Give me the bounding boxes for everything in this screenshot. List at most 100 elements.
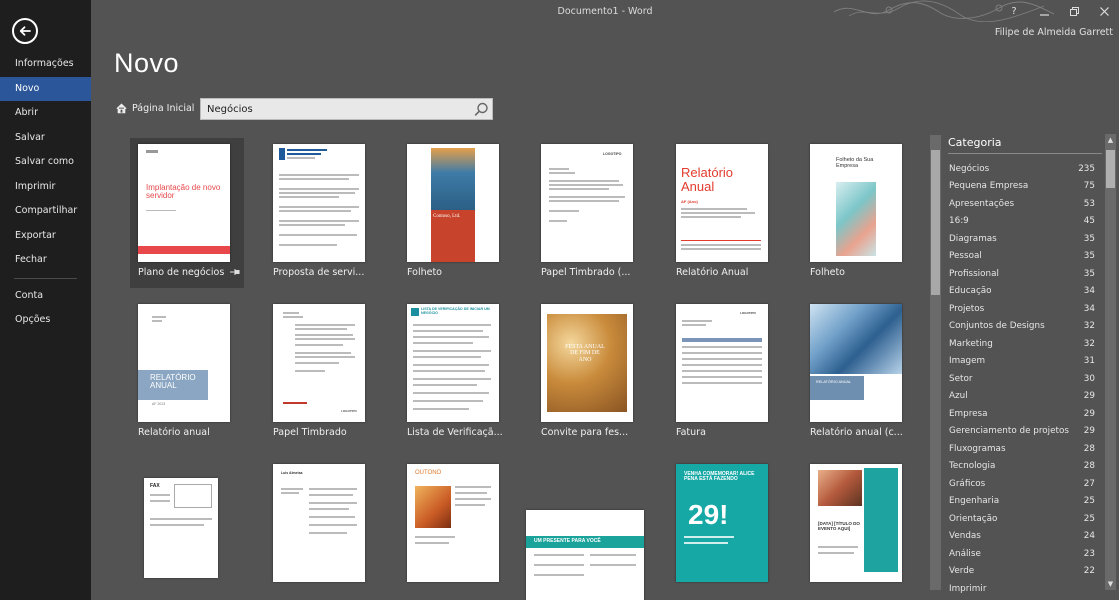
template-tile[interactable]: LOGOTIPO Papel Timbrado (265, 298, 379, 448)
category-item[interactable]: Análise 23 (949, 545, 1095, 563)
template-tile[interactable]: Folheto da Sua Empresa Folheto (802, 138, 916, 288)
category-count: 29 (1083, 426, 1095, 437)
nav-item-imprimir[interactable]: Imprimir (0, 175, 91, 200)
category-item[interactable]: Apresentações 53 (949, 195, 1095, 213)
minimize-button[interactable] (1029, 0, 1059, 22)
category-item[interactable]: Projetos 34 (949, 300, 1095, 318)
template-tile[interactable]: LISTA DE VERIFICAÇÃO DE INICIAR UM NEGÓC… (399, 298, 513, 448)
category-item[interactable]: Vendas 24 (949, 528, 1095, 546)
category-count: 23 (1083, 548, 1095, 559)
scroll-down-icon[interactable]: ▼ (1105, 578, 1116, 589)
nav-item-opcoes[interactable]: Opções (0, 308, 91, 333)
template-label: Folheto (407, 267, 442, 278)
minimize-icon (1039, 13, 1049, 16)
home-breadcrumb[interactable]: Página Inicial (116, 103, 194, 114)
category-item[interactable]: Gráficos 27 (949, 475, 1095, 493)
template-tile[interactable]: Proposta de servi... (265, 138, 379, 288)
category-count: 29 (1083, 408, 1095, 419)
nav-item-conta[interactable]: Conta (0, 284, 91, 309)
category-count: 235 (1078, 163, 1095, 174)
template-label: Relatório anual (138, 427, 210, 438)
template-tile[interactable]: FAX (130, 458, 244, 600)
category-name: Fluxogramas (949, 443, 1006, 454)
search-button[interactable] (470, 99, 492, 119)
gallery-scrollbar-thumb[interactable] (931, 150, 940, 295)
category-item[interactable]: Azul 29 (949, 388, 1095, 406)
category-name: Setor (949, 373, 973, 384)
category-item[interactable]: Orientação 25 (949, 510, 1095, 528)
category-item[interactable]: Imprimir (949, 580, 1095, 598)
template-thumbnail: VENHA COMEMORAR! ALICE PENA ESTÁ FAZENDO… (676, 464, 768, 582)
category-item[interactable]: Negócios 235 (949, 160, 1095, 178)
template-thumbnail: FAX (144, 478, 218, 578)
template-tile[interactable]: RELATÓRIO ANUAL Relatório anual (c... (802, 298, 916, 448)
nav-item-salvar-como[interactable]: Salvar como (0, 150, 91, 175)
template-tile[interactable]: FESTA ANUAL DE FIM DE ANO Convite para f… (533, 298, 647, 448)
template-tile[interactable]: OUTONO (399, 458, 513, 600)
nav-divider (14, 277, 77, 279)
template-tile[interactable]: LOGOTIPO Papel Timbrado (... (533, 138, 647, 288)
template-tile[interactable]: LOGOTIPO Fatura (668, 298, 782, 448)
template-label: Folheto (810, 267, 845, 278)
template-tile[interactable]: UM PRESENTE PARA VOCÊ (526, 458, 644, 600)
template-tile[interactable]: VENHA COMEMORAR! ALICE PENA ESTÁ FAZENDO… (668, 458, 782, 600)
category-item[interactable]: Profissional 35 (949, 265, 1095, 283)
category-item[interactable]: 16:9 45 (949, 213, 1095, 231)
category-item[interactable]: Fluxogramas 28 (949, 440, 1095, 458)
category-scrollbar-thumb[interactable] (1106, 150, 1115, 188)
category-count: 28 (1083, 461, 1095, 472)
template-thumbnail: Contoso, Ltd. (407, 144, 499, 262)
category-count: 53 (1083, 198, 1095, 209)
category-item[interactable]: Verde 22 (949, 563, 1095, 581)
template-tile[interactable]: [DATA] [TÍTULO DO EVENTO AQUI] (802, 458, 916, 600)
template-tile[interactable]: Luis Almeisa (265, 458, 379, 600)
nav-item-fechar[interactable]: Fechar (0, 248, 91, 273)
user-account-name[interactable]: Filipe de Almeida Garrett (995, 27, 1113, 38)
thumbnail-title: FESTA ANUAL DE FIM DE ANO (565, 344, 605, 363)
nav-item-compartilhar[interactable]: Compartilhar (0, 199, 91, 224)
pin-icon[interactable] (230, 268, 240, 276)
category-item[interactable]: Imagem 31 (949, 353, 1095, 371)
template-thumbnail: Luis Almeisa (273, 464, 365, 582)
back-arrow-icon[interactable] (12, 18, 38, 44)
category-item[interactable]: Conjuntos de Designs 32 (949, 318, 1095, 336)
template-thumbnail: FESTA ANUAL DE FIM DE ANO (541, 304, 633, 422)
category-count: 28 (1083, 443, 1095, 454)
category-item[interactable]: Tecnologia 28 (949, 458, 1095, 476)
category-item[interactable]: Engenharia 25 (949, 493, 1095, 511)
home-link-label: Página Inicial (132, 103, 195, 114)
template-thumbnail: UM PRESENTE PARA VOCÊ (526, 510, 644, 600)
template-tile[interactable]: RELATÓRIO ANUAL AF 2013 Relatório anual (130, 298, 244, 448)
category-item[interactable]: Setor 30 (949, 370, 1095, 388)
nav-item-exportar[interactable]: Exportar (0, 224, 91, 249)
category-item[interactable]: Gerenciamento de projetos 29 (949, 423, 1095, 441)
thumbnail-title: VENHA COMEMORAR! ALICE PENA ESTÁ FAZENDO (684, 471, 755, 483)
nav-item-informacoes[interactable]: Informações (0, 52, 91, 77)
word-new-document-backstage: Informações Novo Abrir Salvar Salvar com… (0, 0, 1119, 600)
restore-button[interactable] (1059, 0, 1089, 22)
template-thumbnail: OUTONO (407, 464, 499, 582)
category-item[interactable]: Pessoal 35 (949, 248, 1095, 266)
template-tile[interactable]: Relatório Anual AF (Ano) Relatório Anual (668, 138, 782, 288)
category-item[interactable]: Marketing 32 (949, 335, 1095, 353)
category-name: Diagramas (949, 233, 997, 244)
template-gallery: Implantação de novo servidor Plano de ne… (126, 138, 916, 600)
close-button[interactable] (1089, 0, 1119, 22)
template-tile[interactable]: Implantação de novo servidor Plano de ne… (130, 138, 244, 288)
template-thumbnail: Relatório Anual AF (Ano) (676, 144, 768, 262)
category-item[interactable]: Educação 34 (949, 283, 1095, 301)
nav-item-salvar[interactable]: Salvar (0, 126, 91, 151)
nav-item-abrir[interactable]: Abrir (0, 101, 91, 126)
category-item[interactable]: Pequena Empresa 75 (949, 178, 1095, 196)
template-search-input[interactable] (201, 99, 470, 119)
scroll-up-icon[interactable]: ▲ (1105, 134, 1116, 145)
template-tile[interactable]: Contoso, Ltd. Folheto (399, 138, 513, 288)
nav-item-novo[interactable]: Novo (0, 76, 91, 101)
category-count: 35 (1083, 268, 1095, 279)
help-button[interactable]: ? (999, 0, 1029, 22)
category-item[interactable]: Diagramas 35 (949, 230, 1095, 248)
category-scrollbar[interactable] (1105, 134, 1116, 590)
category-item[interactable]: Empresa 29 (949, 405, 1095, 423)
category-count: 34 (1083, 303, 1095, 314)
title-bar: Documento1 - Word ? (91, 0, 1119, 24)
